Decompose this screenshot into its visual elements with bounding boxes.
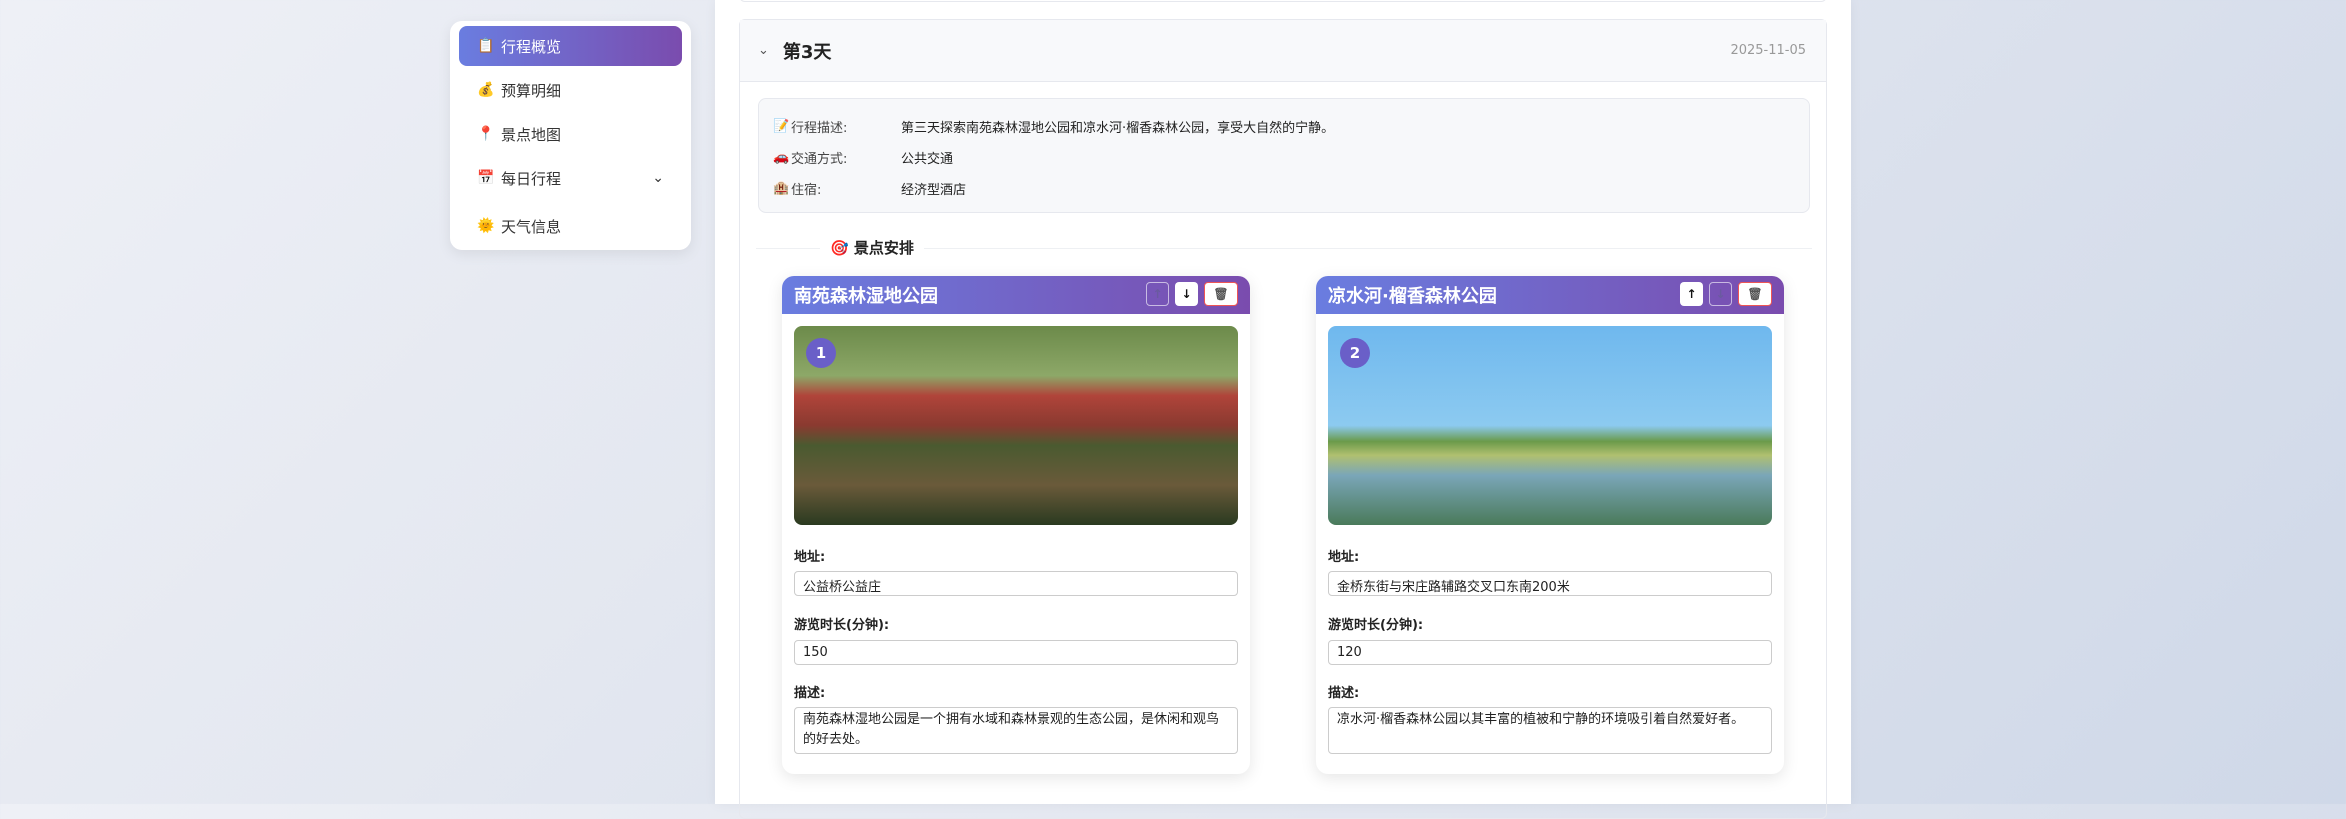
clipboard-icon: 📋 <box>477 38 495 54</box>
sidebar-nav: 📋 行程概览 💰 预算明细 📍 景点地图 📅 每日行程 ⌄ 🌞 天气信息 <box>450 21 691 250</box>
sidebar-item-budget[interactable]: 💰 预算明细 <box>459 70 682 110</box>
order-badge: 1 <box>806 338 836 368</box>
address-input[interactable]: 金桥东街与宋庄路辅路交叉口东南200米 <box>1328 571 1772 596</box>
duration-input[interactable]: 150 <box>794 640 1238 665</box>
description-textarea[interactable]: 南苑森林湿地公园是一个拥有水域和森林景观的生态公园，是休闲和观鸟的好去处。 <box>794 707 1238 754</box>
day-section: ⌄ 第3天 2025-11-05 📝 行程描述: 第三天探索南苑森林湿地公园和凉水河… <box>739 19 1827 819</box>
attraction-name: 南苑森林湿地公园 <box>794 286 938 307</box>
attraction-name: 凉水河·榴香森林公园 <box>1328 286 1497 307</box>
move-up-button[interactable]: ↑ <box>1680 282 1703 306</box>
money-bag-icon: 💰 <box>477 82 495 98</box>
delete-button[interactable]: 🗑 <box>1738 282 1772 306</box>
info-value: 第三天探索南苑森林湿地公园和凉水河·榴香森林公园，享受大自然的宁静。 <box>901 121 1335 136</box>
sidebar-item-label: 天气信息 <box>501 217 562 236</box>
move-down-button[interactable]: ↓ <box>1709 282 1732 306</box>
info-row-transport: 🚗 交通方式: 公共交通 <box>773 142 1795 173</box>
day-date: 2025-11-05 <box>1730 43 1806 58</box>
move-down-button[interactable]: ↓ <box>1175 282 1198 306</box>
sidebar-item-label: 行程概览 <box>501 37 562 56</box>
address-label: 地址: <box>794 550 826 565</box>
main-panel: ⌄ 第3天 2025-11-05 📝 行程描述: 第三天探索南苑森林湿地公园和凉水河… <box>715 0 1851 819</box>
address-label: 地址: <box>1328 550 1360 565</box>
chevron-down-icon[interactable]: ⌄ <box>652 170 664 186</box>
info-row-accommodation: 🏨 住宿: 经济型酒店 <box>773 173 1795 204</box>
section-divider: 🎯 景点安排 <box>756 237 1812 258</box>
sidebar-item-label: 每日行程 <box>501 169 562 188</box>
car-icon: 🚗 <box>773 150 790 165</box>
description-label: 描述: <box>1328 686 1360 701</box>
section-title: 🎯 景点安排 <box>820 237 924 258</box>
day-title: 第3天 <box>782 41 832 63</box>
duration-input[interactable]: 120 <box>1328 640 1772 665</box>
sidebar-item-overview[interactable]: 📋 行程概览 <box>459 26 682 66</box>
info-key: 交通方式: <box>791 152 848 167</box>
delete-button[interactable]: 🗑 <box>1204 282 1238 306</box>
description-label: 描述: <box>794 686 826 701</box>
info-row-description: 📝 行程描述: 第三天探索南苑森林湿地公园和凉水河·榴香森林公园，享受大自然的宁静。 <box>773 111 1795 142</box>
sidebar-item-label: 景点地图 <box>501 125 562 144</box>
chevron-down-icon[interactable]: ⌄ <box>758 43 769 58</box>
sidebar-item-map[interactable]: 📍 景点地图 <box>459 114 682 154</box>
description-textarea[interactable]: 凉水河·榴香森林公园以其丰富的植被和宁静的环境吸引着自然爱好者。 <box>1328 707 1772 754</box>
sidebar-item-weather[interactable]: 🌞 天气信息 <box>459 206 682 246</box>
info-value: 经济型酒店 <box>901 183 967 198</box>
day-header[interactable]: ⌄ 第3天 2025-11-05 <box>740 20 1826 82</box>
sun-icon: 🌞 <box>477 218 495 234</box>
info-key: 住宿: <box>791 183 822 198</box>
info-key: 行程描述: <box>791 121 848 136</box>
sidebar-item-daily[interactable]: 📅 每日行程 ⌄ <box>459 158 682 198</box>
duration-label: 游览时长(分钟): <box>1328 618 1424 633</box>
hotel-icon: 🏨 <box>773 181 790 196</box>
attraction-card: 南苑森林湿地公园 ↑ ↓ 🗑 1 地址: 公益桥公益庄 游览时长(分钟): 150 … <box>782 276 1250 774</box>
attraction-photo: 1 <box>794 326 1238 525</box>
day-info-box: 📝 行程描述: 第三天探索南苑森林湿地公园和凉水河·榴香森林公园，享受大自然的宁静。… <box>758 98 1810 213</box>
memo-icon: 📝 <box>773 119 790 134</box>
attraction-photo: 2 <box>1328 326 1772 525</box>
pin-icon: 📍 <box>477 126 495 142</box>
calendar-icon: 📅 <box>477 170 495 186</box>
sidebar-item-label: 预算明细 <box>501 81 562 100</box>
previous-day-section <box>739 0 1827 2</box>
duration-label: 游览时长(分钟): <box>794 618 890 633</box>
info-value: 公共交通 <box>901 152 954 167</box>
attraction-card: 凉水河·榴香森林公园 ↑ ↓ 🗑 2 地址: 金桥东街与宋庄路辅路交叉口东南200米… <box>1316 276 1784 774</box>
order-badge: 2 <box>1340 338 1370 368</box>
move-up-button[interactable]: ↑ <box>1146 282 1169 306</box>
address-input[interactable]: 公益桥公益庄 <box>794 571 1238 596</box>
